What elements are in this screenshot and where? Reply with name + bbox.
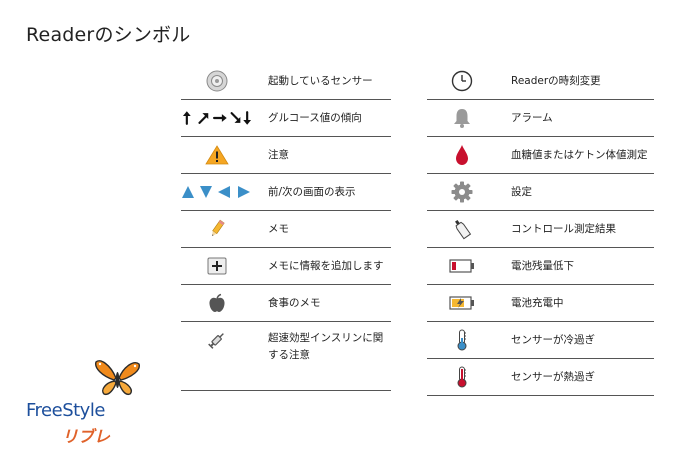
list-item: センサーが熱過ぎ bbox=[427, 359, 654, 396]
list-item-label: 電池残量低下 bbox=[511, 260, 574, 272]
list-item-label: 食事のメモ bbox=[268, 297, 321, 309]
list-item: アラーム bbox=[427, 100, 654, 137]
list-item-label: アラーム bbox=[511, 112, 553, 124]
list-item-label: センサーが冷過ぎ bbox=[511, 334, 595, 346]
sensor-icon bbox=[181, 63, 253, 99]
battery-low-icon bbox=[427, 248, 497, 284]
caution-icon bbox=[181, 137, 253, 173]
list-item-label: 超速効型インスリンに関 する注意 bbox=[268, 332, 384, 361]
page-title: Readerのシンボル bbox=[26, 24, 191, 46]
brand-name: FreeStyle bbox=[26, 400, 105, 421]
list-item-label: Readerの時刻変更 bbox=[511, 75, 601, 87]
thermometer-hot-icon bbox=[427, 359, 497, 395]
list-item-label: コントロール測定結果 bbox=[511, 223, 616, 235]
list-item-label: 前/次の画面の表示 bbox=[268, 186, 356, 198]
blood-drop-icon bbox=[427, 137, 497, 173]
list-item: 電池残量低下 bbox=[427, 248, 654, 285]
list-item: 起動しているセンサー bbox=[181, 63, 391, 100]
list-item-label: 血糖値またはケトン体値測定 bbox=[511, 149, 648, 161]
battery-charging-icon bbox=[427, 285, 497, 321]
list-item-label: センサーが熱過ぎ bbox=[511, 371, 595, 383]
list-item-label: メモ bbox=[268, 223, 289, 235]
trend-arrows-icon bbox=[181, 100, 253, 136]
clock-icon bbox=[427, 63, 497, 99]
list-item: センサーが冷過ぎ bbox=[427, 322, 654, 359]
pencil-icon bbox=[181, 211, 253, 247]
freestyle-libre-logo: FreeStyle リブレ bbox=[24, 356, 154, 446]
list-item-label: 注意 bbox=[268, 149, 289, 161]
gear-icon bbox=[427, 174, 497, 210]
left-symbol-list: 起動しているセンサー グルコース値の傾向 注意 前/次の画面の表示 メモ メモに… bbox=[181, 63, 391, 391]
list-item-label: グルコース値の傾向 bbox=[268, 112, 362, 124]
list-item: 前/次の画面の表示 bbox=[181, 174, 391, 211]
list-item: 設定 bbox=[427, 174, 654, 211]
list-item: 食事のメモ bbox=[181, 285, 391, 322]
apple-icon bbox=[181, 285, 253, 321]
list-item: メモ bbox=[181, 211, 391, 248]
list-item: Readerの時刻変更 bbox=[427, 63, 654, 100]
thermometer-cold-icon bbox=[427, 322, 497, 358]
control-solution-icon bbox=[427, 211, 497, 247]
list-item: グルコース値の傾向 bbox=[181, 100, 391, 137]
syringe-icon bbox=[181, 322, 253, 358]
list-item: 注意 bbox=[181, 137, 391, 174]
list-item: メモに情報を追加します bbox=[181, 248, 391, 285]
brand-subtitle: リブレ bbox=[62, 427, 111, 446]
plus-icon bbox=[181, 248, 253, 284]
list-item-label: 起動しているセンサー bbox=[268, 75, 373, 87]
list-item: 電池充電中 bbox=[427, 285, 654, 322]
list-item-label: 設定 bbox=[511, 186, 532, 198]
list-item-label: 電池充電中 bbox=[511, 297, 564, 309]
list-item: コントロール測定結果 bbox=[427, 211, 654, 248]
right-symbol-list: Readerの時刻変更 アラーム 血糖値またはケトン体値測定 設定 コントロール… bbox=[427, 63, 654, 396]
list-item: 超速効型インスリンに関 する注意 bbox=[181, 322, 391, 391]
list-item: 血糖値またはケトン体値測定 bbox=[427, 137, 654, 174]
bell-icon bbox=[427, 100, 497, 136]
nav-arrows-icon bbox=[181, 174, 253, 210]
butterfly-icon bbox=[95, 360, 140, 396]
list-item-label: メモに情報を追加します bbox=[268, 260, 384, 272]
